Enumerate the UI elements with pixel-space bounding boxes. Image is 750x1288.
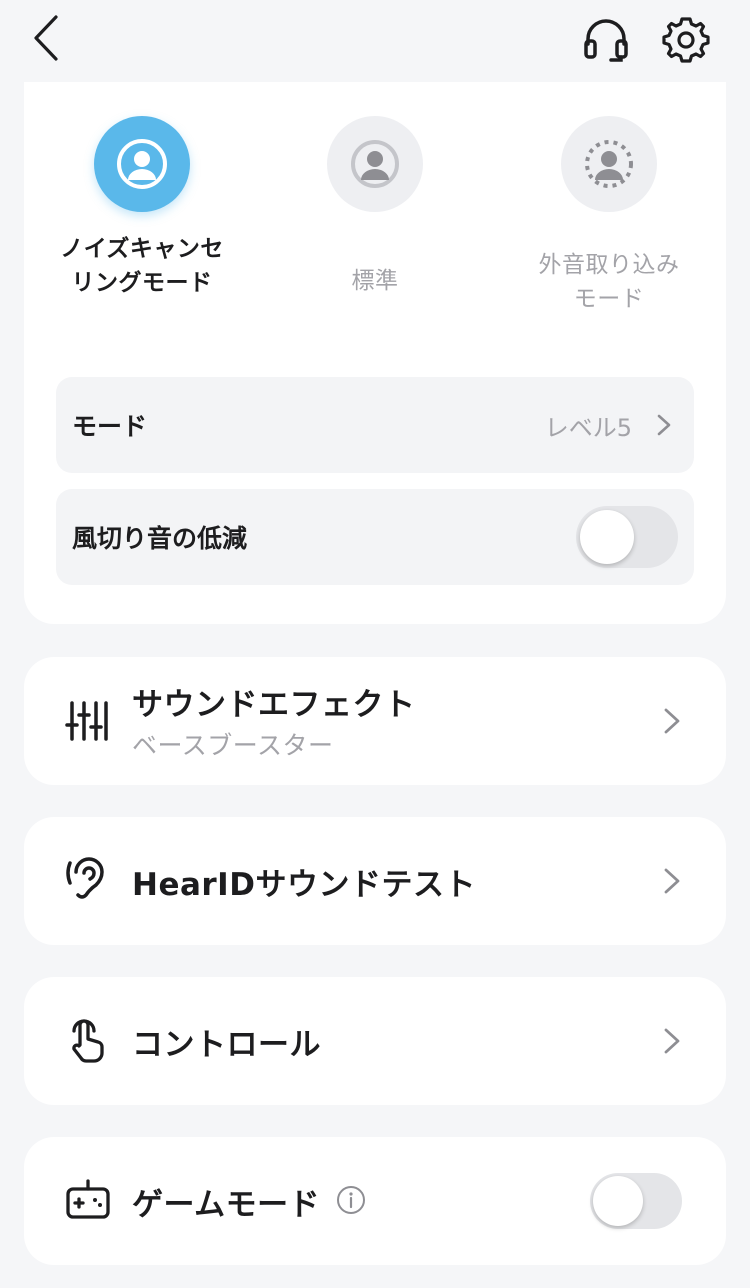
ear-icon [66,857,104,899]
transparency-mode-circle [561,116,657,212]
anc-level-row[interactable]: モード レベル5 [56,377,694,473]
normal-person-icon [351,140,399,188]
toggle-knob [593,1176,643,1226]
chevron-right-icon [664,1028,680,1054]
chevron-right-icon [657,414,671,436]
controls-text: コントロール [132,1019,321,1064]
sound-effect-card[interactable]: サウンドエフェクト ベースブースター [24,657,726,785]
game-mode-card: ゲームモード [24,1137,726,1265]
info-icon[interactable] [336,1185,366,1215]
tap-hand-icon [72,1019,104,1063]
wind-row-label: 風切り音の低減 [72,524,248,553]
hearid-text: HearIDサウンドテスト [132,859,476,904]
anc-mode-circle [94,116,190,212]
chevron-right-icon [664,708,680,734]
sound-effect-text: サウンドエフェクト ベースブースター [132,679,416,762]
back-button[interactable] [26,12,70,64]
anc-person-icon [117,139,167,189]
settings-button[interactable] [660,14,712,66]
headset-icon [584,19,628,62]
hearid-card[interactable]: HearIDサウンドテスト [24,817,726,945]
hearid-title: HearIDサウンドテスト [132,867,476,903]
normal-mode-circle [327,116,423,212]
mode-normal[interactable]: 標準 [275,116,475,298]
gear-icon [662,17,710,63]
controls-title: コントロール [132,1027,321,1063]
wind-noise-toggle[interactable] [576,506,678,568]
noise-control-card: ノイズキャンセリングモード 標準 外音取り込みモード モード レベル5 風切り音… [24,82,726,624]
game-mode-text: ゲームモード [132,1179,320,1224]
wind-noise-row: 風切り音の低減 [56,489,694,585]
controls-card[interactable]: コントロール [24,977,726,1105]
sound-effect-title: サウンドエフェクト [132,687,416,723]
mode-label-normal: 標準 [351,268,399,294]
toggle-knob [580,510,634,564]
mode-transparency[interactable]: 外音取り込みモード [509,116,709,316]
mode-row-value: レベル5 [544,413,632,442]
sound-effect-subtitle: ベースブースター [132,731,334,760]
mode-label-anc: ノイズキャンセリングモード [60,236,224,296]
chevron-right-icon [664,868,680,894]
game-mode-toggle[interactable] [590,1173,682,1229]
headset-button[interactable] [580,14,632,66]
top-bar [0,0,750,80]
mode-label-transparency: 外音取り込みモード [538,252,680,312]
mode-anc[interactable]: ノイズキャンセリングモード [42,116,242,300]
transparency-person-icon [585,140,633,188]
chevron-left-icon [34,15,58,61]
gamepad-icon [66,1179,110,1219]
game-mode-title: ゲームモード [132,1187,321,1223]
mode-row-label: モード [72,412,148,441]
equalizer-sliders-icon [65,701,108,741]
